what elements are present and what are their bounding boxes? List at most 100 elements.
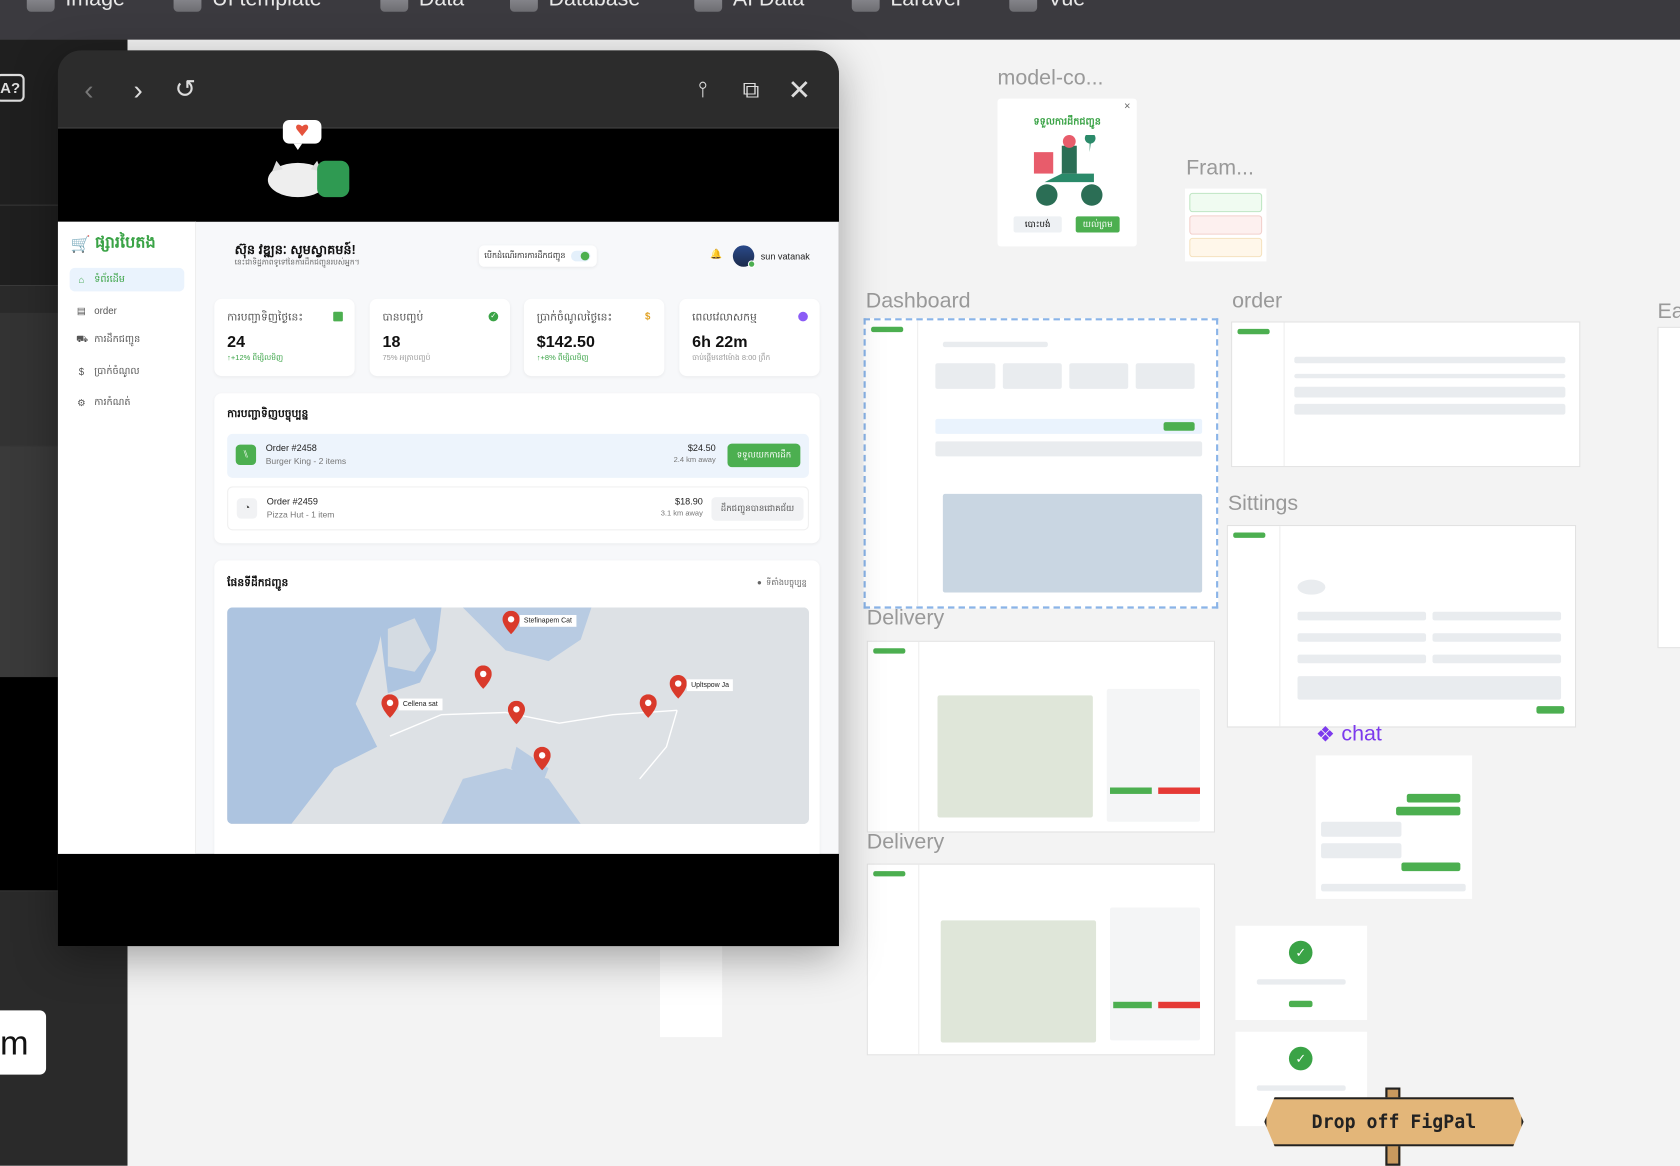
order-frame[interactable]	[1231, 321, 1581, 468]
current-location[interactable]: ● ទីតាំងបច្ចុប្បន្ន	[757, 578, 807, 590]
map-pin[interactable]	[502, 610, 520, 635]
stat-label: ប្រាក់ចំណូលថ្ងៃនេះ	[536, 311, 613, 324]
bookmark-label: Database	[549, 0, 641, 12]
forward-icon[interactable]: ›	[122, 74, 154, 106]
bookmark-laravel[interactable]: Laravel	[851, 0, 961, 12]
sidebar-item-delivery[interactable]: ⛟ ការដឹកជញ្ជូន	[70, 328, 185, 352]
app-logo[interactable]: 🛒 ផ្សារបៃតង	[71, 233, 156, 257]
figpal-sign[interactable]: Drop off FigPal	[1264, 1097, 1524, 1147]
map-pin[interactable]	[381, 694, 399, 718]
window-bottom	[57, 853, 839, 947]
screen: Image UI template Data Database AI Data …	[0, 0, 1680, 1166]
order-price: $24.50	[687, 442, 716, 454]
delivery-frame-2[interactable]	[866, 863, 1216, 1056]
stat-label: ពេលវេលាសកម្ម	[692, 311, 757, 324]
stat-value: $142.50	[536, 333, 595, 352]
left-panel-label: m	[0, 1010, 47, 1075]
settings-sliders-icon[interactable]: ⫯	[687, 74, 719, 106]
bookmark-ai-data[interactable]: AI Data	[694, 0, 804, 12]
map-pin[interactable]	[639, 694, 657, 718]
settings-frame[interactable]	[1226, 525, 1577, 728]
toast-success	[1189, 192, 1263, 213]
frame-label: chat	[1341, 722, 1382, 746]
frame-label[interactable]: Dashboard	[866, 289, 971, 314]
close-icon[interactable]: ✕	[783, 74, 815, 106]
frame-label[interactable]: model-co...	[998, 66, 1104, 91]
gear-icon: ⚙	[77, 396, 86, 408]
sidebar-item-home[interactable]: ⌂ ទំព័រដើម	[69, 267, 185, 292]
cancel-button[interactable]: បោះបង់	[1013, 216, 1062, 233]
map-pin[interactable]	[474, 665, 492, 689]
bookmark-vue[interactable]: Vue	[1009, 0, 1085, 12]
frame-label[interactable]: order	[1232, 289, 1282, 314]
map-pin[interactable]	[507, 700, 526, 725]
bag-icon	[333, 311, 343, 322]
avatar[interactable]	[732, 245, 756, 268]
back-icon[interactable]: ‹	[73, 74, 105, 106]
check-circle-icon: ✓	[488, 311, 499, 322]
check-icon: ✓	[1288, 940, 1313, 965]
stat-label: បានបញ្ចប់	[382, 311, 424, 324]
refresh-icon[interactable]: ↺	[169, 74, 201, 106]
order-distance: 3.1 km away	[660, 510, 703, 518]
nav-label: order	[94, 305, 117, 317]
delivery-frame[interactable]	[866, 640, 1216, 833]
help-badge[interactable]: A?	[0, 73, 25, 102]
toggle-switch[interactable]	[571, 250, 591, 262]
stat-label: ការបញ្ជាទិញថ្ងៃនេះ	[227, 311, 304, 324]
partial-frame[interactable]	[1657, 326, 1680, 649]
bookmark-image[interactable]: Image	[26, 0, 125, 12]
frame-label[interactable]: Delivery	[867, 606, 944, 631]
bell-icon[interactable]: 🔔	[710, 249, 722, 261]
chat-frame-label[interactable]: ❖ chat	[1316, 721, 1382, 748]
chat-frame[interactable]	[1315, 755, 1473, 899]
delivery-map[interactable]: Stefinapem Cat Cellena sat Upltspow Ja	[227, 607, 809, 824]
sidebar-item-settings[interactable]: ⚙ ការកំណត់	[70, 391, 185, 415]
order-row[interactable]: ◔ Order #2459 Pizza Hut - 1 item $18.90 …	[227, 486, 809, 531]
sidebar-item-income[interactable]: $ ប្រាក់ចំណូល	[70, 360, 185, 384]
toast-frame[interactable]	[1185, 188, 1267, 262]
frame-label[interactable]: Delivery	[867, 830, 944, 855]
bookmark-label: UI template	[212, 0, 322, 12]
bookmark-label: Laravel	[890, 0, 960, 12]
nav-label: ប្រាក់ចំណូល	[94, 364, 140, 376]
bookmarks-bar: Image UI template Data Database AI Data …	[0, 0, 1680, 40]
main-content: ស៊ុន វឌ្ឍនៈ សូមស្វាគមន៍! នេះជាទិដ្ឋភាពទូ…	[196, 222, 839, 866]
order-id: Order #2458	[265, 442, 317, 454]
frame-label[interactable]: Fram...	[1186, 156, 1254, 181]
folder-icon	[694, 0, 723, 12]
map-pin[interactable]	[533, 746, 551, 771]
open-external-icon[interactable]: ⧉	[735, 74, 767, 106]
bookmark-data[interactable]: Data	[380, 0, 464, 12]
stat-card-active-time: ពេលវេលាសកម្ម 6h 22m ចាប់ផ្តើមនៅម៉ោង 8:00 …	[679, 298, 820, 377]
check-icon: ✓	[1288, 1046, 1313, 1071]
delivery-toggle[interactable]: បើកដំណើរការការដឹកជញ្ជូន	[478, 245, 597, 267]
bookmark-ui-template[interactable]: UI template	[173, 0, 322, 12]
nav-label: ទំព័រដើម	[94, 272, 125, 284]
accept-delivery-button[interactable]: ទទួលយកការដឹក	[727, 443, 801, 468]
canvas-shape	[660, 942, 723, 1038]
bookmark-label: AI Data	[733, 0, 804, 12]
delivered-button[interactable]: ដឹកជញ្ជូនបានជោគជ័យ	[711, 497, 804, 521]
folder-icon	[26, 0, 55, 12]
modal-frame[interactable]: × ទទួលការដឹកជញ្ជូន បោះបង់ យល់ព្រម	[997, 98, 1137, 247]
success-modal-frame[interactable]: ✓	[1235, 925, 1368, 1021]
clock-icon	[798, 311, 808, 322]
logo-text: ផ្សារបៃតង	[95, 233, 156, 252]
dashboard-frame[interactable]	[863, 318, 1219, 609]
frame-label[interactable]: Ea	[1658, 300, 1680, 325]
stat-sub: 75% អត្រាបញ្ចប់	[382, 354, 431, 363]
order-row[interactable]: ⑊ Order #2458 Burger King - 2 items $24.…	[227, 433, 809, 478]
dashboard-app: 🛒 ផ្សារបៃតង ⌂ ទំព័រដើម ▤ order ⛟ ការដឹកជញ្ជូ…	[57, 221, 839, 866]
user-name[interactable]: sun vatanak	[761, 251, 810, 262]
delivery-map-card: ផែនទីដឹកជញ្ជូន ● ទីតាំងបច្ចុប្បន្ន Stefi…	[214, 560, 820, 866]
ok-button[interactable]: យល់ព្រម	[1075, 216, 1120, 233]
order-price: $18.90	[675, 496, 703, 507]
scooter-illustration	[1033, 135, 1103, 206]
delivery-icon: ⛟	[76, 333, 89, 344]
frame-label[interactable]: Sittings	[1228, 492, 1298, 517]
sidebar-item-order[interactable]: ▤ order	[70, 299, 185, 323]
bookmark-database[interactable]: Database	[510, 0, 640, 12]
stat-card-income: ប្រាក់ចំណូលថ្ងៃនេះ $ $142.50 ↑+8% ពីម្សិលម…	[523, 298, 665, 377]
map-pin[interactable]	[669, 675, 687, 699]
